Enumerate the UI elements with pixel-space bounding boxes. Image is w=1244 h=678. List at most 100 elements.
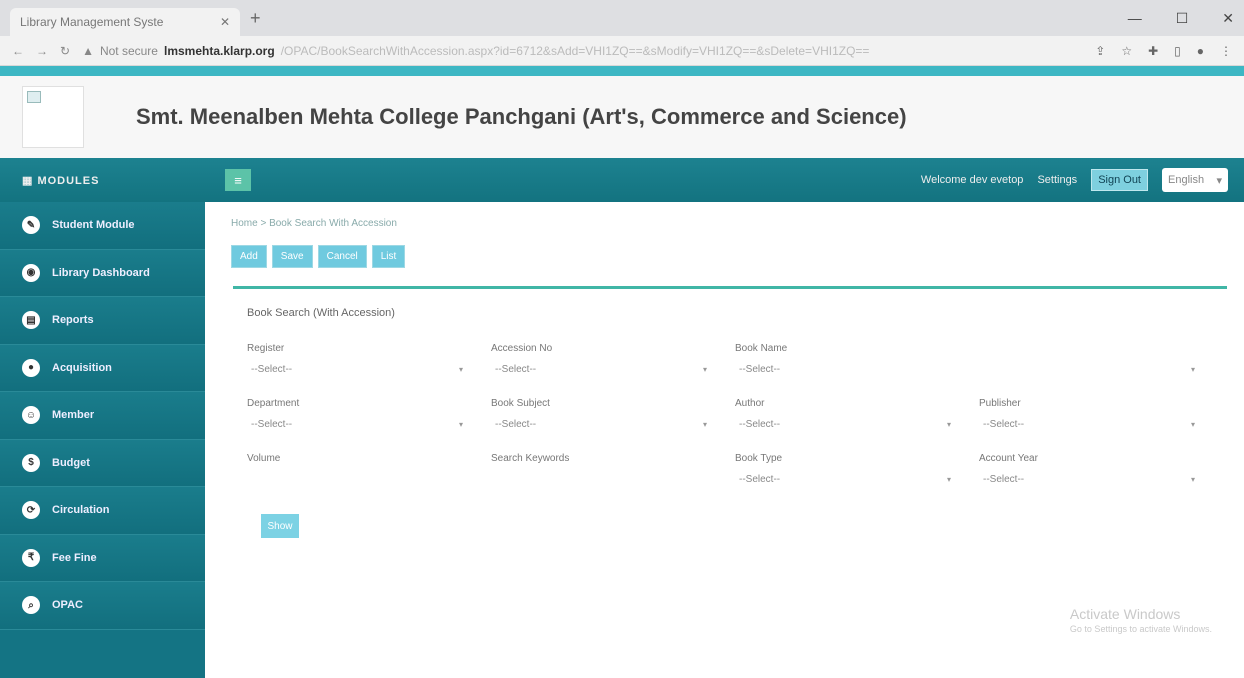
register-value: --Select-- [251,363,293,375]
browser-tab-title: Library Management Syste [20,15,164,29]
menu-toggle-button[interactable]: ≡ [225,169,251,191]
chevron-down-icon: ▾ [702,419,707,429]
close-window-icon[interactable]: ✕ [1222,10,1234,27]
sidebar-item-label: OPAC [52,599,83,612]
publisher-field: Publisher --Select-- ▾ [979,398,1223,435]
star-icon[interactable]: ☆ [1121,44,1132,58]
chevron-down-icon: ▾ [702,364,707,374]
new-tab-icon[interactable]: + [250,8,261,29]
sidebar-item-reports[interactable]: ▤ Reports [0,297,205,345]
volume-field: Volume [247,453,491,490]
dashboard-icon: ◉ [22,263,40,282]
show-button[interactable]: Show [261,514,299,538]
watermark-subtitle: Go to Settings to activate Windows. [1069,624,1212,634]
chevron-down-icon: ▾ [1190,364,1195,374]
welcome-text: Welcome dev evetop [920,174,1024,186]
language-value: English [1168,174,1205,186]
department-label: Department [247,398,300,409]
college-logo [22,86,84,148]
sidebar-item-budget[interactable]: $ Budget [0,439,205,487]
student-icon: ✎ [22,216,40,235]
back-icon[interactable]: ← [12,44,24,58]
topnav-right: Welcome dev evetop Settings Sign Out Eng… [921,168,1244,192]
url-field[interactable]: ▲ Not secure lmsmehta.klarp.org /OPAC/Bo… [82,44,1083,58]
register-label: Register [247,343,285,354]
modules-label: ▦ MODULES [0,174,205,187]
save-button[interactable]: Save [271,245,313,268]
share-icon[interactable]: ⇪ [1095,44,1105,58]
book-type-select[interactable]: --Select-- ▾ [735,468,955,490]
settings-link[interactable]: Settings [1037,174,1077,186]
url-path: /OPAC/BookSearchWithAccession.aspx?id=67… [280,43,870,58]
close-tab-icon[interactable]: ✕ [220,15,230,29]
chevron-down-icon: ▾ [458,419,463,429]
language-select[interactable]: English ▾ [1162,168,1228,192]
not-secure-label: Not secure [99,43,158,58]
profile-icon[interactable]: ● [1197,44,1204,58]
sidebar-item-library-dashboard[interactable]: ◉ Library Dashboard [0,249,205,297]
search-panel: Book Search (With Accession) Register --… [233,286,1227,556]
circulation-icon: ⟳ [22,501,40,520]
chevron-down-icon: ▾ [946,419,951,429]
sidebar-item-label: Fee Fine [52,551,97,564]
author-select[interactable]: --Select-- ▾ [735,413,955,435]
menu-icon[interactable]: ⋮ [1220,44,1232,58]
sidebar-item-label: Member [52,409,95,422]
grid-icon: ▦ [22,174,38,187]
extensions-icon[interactable]: ✚ [1148,44,1158,58]
account-year-value: --Select-- [983,473,1025,485]
search-keywords-input[interactable] [491,468,735,490]
sidepanel-icon[interactable]: ▯ [1174,44,1181,58]
accent-strip [0,66,1244,76]
accession-no-label: Accession No [491,343,553,354]
action-bar: Add Save Cancel List [221,245,1228,268]
maximize-icon[interactable]: ☐ [1176,10,1189,27]
sidebar-item-label: Circulation [52,504,110,517]
book-name-select[interactable]: --Select-- ▾ [735,358,1199,380]
sidebar-item-member[interactable]: ☺ Member [0,392,205,440]
sidebar-item-student-module[interactable]: ✎ Student Module [0,202,205,250]
modules-label-text: MODULES [37,174,100,187]
sidebar-item-circulation[interactable]: ⟳ Circulation [0,487,205,535]
author-field: Author --Select-- ▾ [735,398,979,435]
sidebar-item-opac[interactable]: ⌕ OPAC [0,582,205,630]
department-value: --Select-- [251,418,293,430]
list-button[interactable]: List [371,245,406,268]
sidebar-item-label: Library Dashboard [52,266,150,279]
sidebar-item-fee-fine[interactable]: ₹ Fee Fine [0,534,205,582]
breadcrumb[interactable]: Home > Book Search With Accession [221,202,1228,245]
book-type-label: Book Type [735,453,783,464]
account-year-select[interactable]: --Select-- ▾ [979,468,1199,490]
sidebar-item-acquisition[interactable]: ● Acquisition [0,344,205,392]
budget-icon: $ [22,453,40,472]
browser-tab[interactable]: Library Management Syste ✕ [10,8,240,36]
main-content: Home > Book Search With Accession Add Sa… [205,202,1244,678]
sidebar-item-label: Reports [52,314,94,327]
cancel-button[interactable]: Cancel [317,245,367,268]
volume-input[interactable] [247,468,491,490]
warning-icon: ▲ [82,43,94,58]
college-name: Smt. Meenalben Mehta College Panchgani (… [136,104,907,129]
browser-tab-bar: Library Management Syste ✕ + — ☐ ✕ [0,0,1244,36]
sidebar-item-label: Acquisition [52,361,112,374]
publisher-select[interactable]: --Select-- ▾ [979,413,1199,435]
minimize-icon[interactable]: — [1128,10,1142,27]
book-type-field: Book Type --Select-- ▾ [735,453,979,490]
accession-no-value: --Select-- [495,363,537,375]
sign-out-button[interactable]: Sign Out [1091,169,1148,191]
account-year-label: Account Year [979,453,1038,464]
forward-icon[interactable]: → [36,44,48,58]
book-subject-label: Book Subject [491,398,550,409]
register-select[interactable]: --Select-- ▾ [247,358,467,380]
book-subject-field: Book Subject --Select-- ▾ [491,398,735,435]
add-button[interactable]: Add [231,245,267,268]
member-icon: ☺ [22,406,40,425]
book-subject-select[interactable]: --Select-- ▾ [491,413,711,435]
chevron-down-icon: ▾ [1216,174,1222,187]
publisher-value: --Select-- [983,418,1025,430]
publisher-label: Publisher [979,398,1021,409]
reload-icon[interactable]: ↻ [60,44,70,58]
search-form: Register --Select-- ▾ Accession No --Sel… [247,343,1213,490]
accession-no-select[interactable]: --Select-- ▾ [491,358,711,380]
department-select[interactable]: --Select-- ▾ [247,413,467,435]
